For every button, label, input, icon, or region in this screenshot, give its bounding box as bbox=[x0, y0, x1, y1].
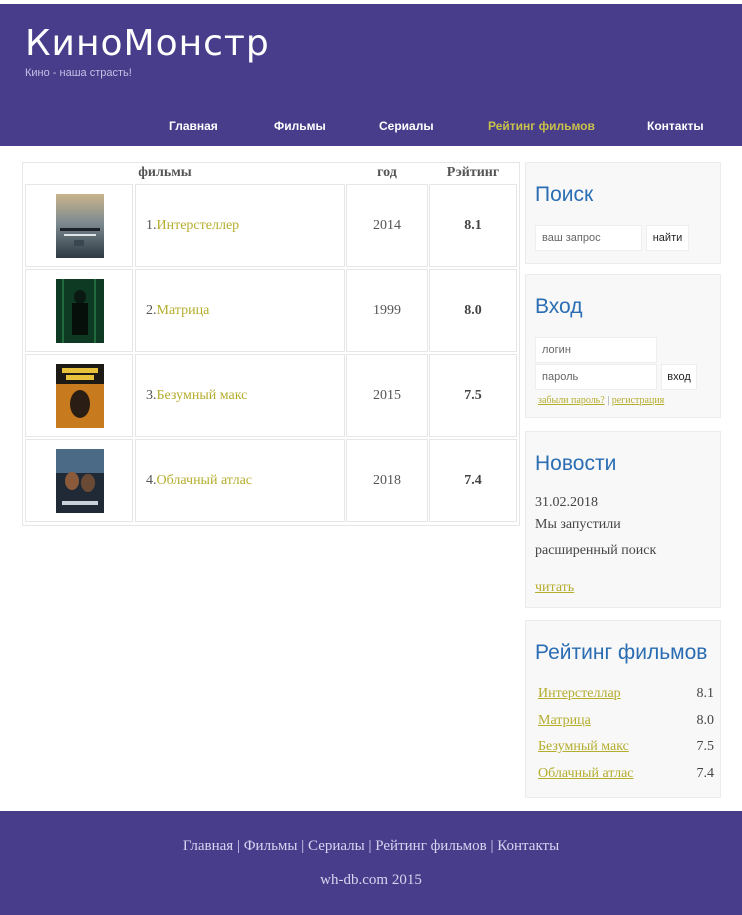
header-year: год bbox=[377, 165, 397, 180]
site-title[interactable]: КиноМонстр bbox=[25, 22, 270, 66]
main-nav: Главная Фильмы Сериалы Рейтинг фильмов К… bbox=[0, 119, 742, 141]
site-header: КиноМонстр Кино - наша страсть! Главная … bbox=[0, 4, 742, 146]
poster-matrix[interactable] bbox=[56, 279, 104, 343]
rating-cell: 7.5 bbox=[464, 388, 482, 403]
site-footer: Главная | Фильмы | Сериалы | Рейтинг фил… bbox=[0, 811, 742, 915]
rating-value-4: 7.4 bbox=[696, 766, 715, 781]
films-table: фильмы год Рэйтинг 1.Интерстеллер 2014 8… bbox=[22, 162, 520, 526]
header-rating: Рэйтинг bbox=[446, 165, 500, 180]
rating-link-1[interactable]: Интерстеллар bbox=[538, 686, 621, 702]
rating-cell: 7.4 bbox=[464, 473, 482, 488]
nav-item-series[interactable]: Сериалы bbox=[379, 119, 434, 133]
film-link-2[interactable]: 2.Матрица bbox=[146, 303, 209, 319]
link-separator: | bbox=[607, 395, 610, 406]
rating-value-2: 8.0 bbox=[696, 713, 715, 728]
search-button[interactable]: найти bbox=[646, 225, 689, 251]
rating-cell: 8.1 bbox=[464, 218, 482, 233]
footer-link-films[interactable]: Фильмы bbox=[244, 838, 298, 854]
nav-item-contacts[interactable]: Контакты bbox=[647, 119, 704, 133]
login-box: Вход логин пароль вход забыли пароль? | … bbox=[525, 274, 721, 418]
login-links: забыли пароль? | регистрация bbox=[538, 395, 664, 406]
login-title: Вход bbox=[535, 295, 583, 318]
rating-value-1: 8.1 bbox=[696, 686, 715, 701]
news-title: Новости bbox=[535, 452, 617, 475]
password-field[interactable]: пароль bbox=[535, 364, 657, 390]
rating-box-title: Рейтинг фильмов bbox=[535, 641, 708, 664]
search-box: Поиск ваш запрос найти bbox=[525, 162, 721, 264]
news-box: Новости 31.02.2018 Мы запустили расширен… bbox=[525, 431, 721, 608]
poster-cloud-atlas[interactable] bbox=[56, 449, 104, 513]
register-link[interactable]: регистрация bbox=[612, 395, 665, 406]
rating-link-4[interactable]: Облачный атлас bbox=[538, 766, 634, 782]
forgot-password-link[interactable]: забыли пароль? bbox=[538, 395, 605, 406]
login-field[interactable]: логин bbox=[535, 337, 657, 363]
poster-interstellar[interactable] bbox=[56, 194, 104, 258]
list-item: Безумный макс 7.5 bbox=[538, 739, 714, 759]
news-line-2: расширенный поиск bbox=[535, 543, 657, 558]
nav-item-home[interactable]: Главная bbox=[169, 119, 218, 133]
year-cell: 1999 bbox=[373, 303, 401, 318]
site-tagline: Кино - наша страсть! bbox=[25, 67, 132, 79]
login-button[interactable]: вход bbox=[661, 364, 697, 390]
read-more-link[interactable]: читать bbox=[535, 580, 574, 596]
rating-box: Рейтинг фильмов Интерстеллар 8.1 Матрица… bbox=[525, 620, 721, 798]
film-link-1[interactable]: 1.Интерстеллер bbox=[146, 218, 239, 234]
table-row bbox=[25, 269, 133, 352]
header-films: фильмы bbox=[138, 165, 192, 180]
footer-link-home[interactable]: Главная bbox=[183, 838, 233, 854]
footer-nav: Главная | Фильмы | Сериалы | Рейтинг фил… bbox=[182, 838, 560, 854]
copyright: wh-db.com 2015 bbox=[320, 872, 422, 888]
table-row bbox=[25, 439, 133, 522]
rating-link-3[interactable]: Безумный макс bbox=[538, 739, 629, 755]
film-link-3[interactable]: 3.Безумный макс bbox=[146, 388, 247, 404]
poster-mad-max[interactable] bbox=[56, 364, 104, 428]
search-title: Поиск bbox=[535, 183, 594, 206]
nav-item-ratings[interactable]: Рейтинг фильмов bbox=[488, 119, 595, 133]
footer-link-contacts[interactable]: Контакты bbox=[497, 838, 559, 854]
table-row bbox=[25, 354, 133, 437]
rating-link-2[interactable]: Матрица bbox=[538, 713, 591, 729]
news-line-1: Мы запустили bbox=[535, 517, 621, 532]
list-item: Интерстеллар 8.1 bbox=[538, 686, 714, 706]
rating-value-3: 7.5 bbox=[696, 739, 715, 754]
year-cell: 2014 bbox=[373, 218, 401, 233]
year-cell: 2015 bbox=[373, 388, 401, 403]
search-input[interactable]: ваш запрос bbox=[535, 225, 642, 251]
footer-link-series[interactable]: Сериалы bbox=[308, 838, 365, 854]
nav-item-films[interactable]: Фильмы bbox=[274, 119, 326, 133]
list-item: Матрица 8.0 bbox=[538, 713, 714, 733]
rating-cell: 8.0 bbox=[464, 303, 482, 318]
year-cell: 2018 bbox=[373, 473, 401, 488]
footer-link-ratings[interactable]: Рейтинг фильмов bbox=[375, 838, 487, 854]
list-item: Облачный атлас 7.4 bbox=[538, 766, 714, 786]
film-link-4[interactable]: 4.Облачный атлас bbox=[146, 473, 252, 489]
table-row bbox=[25, 184, 133, 267]
